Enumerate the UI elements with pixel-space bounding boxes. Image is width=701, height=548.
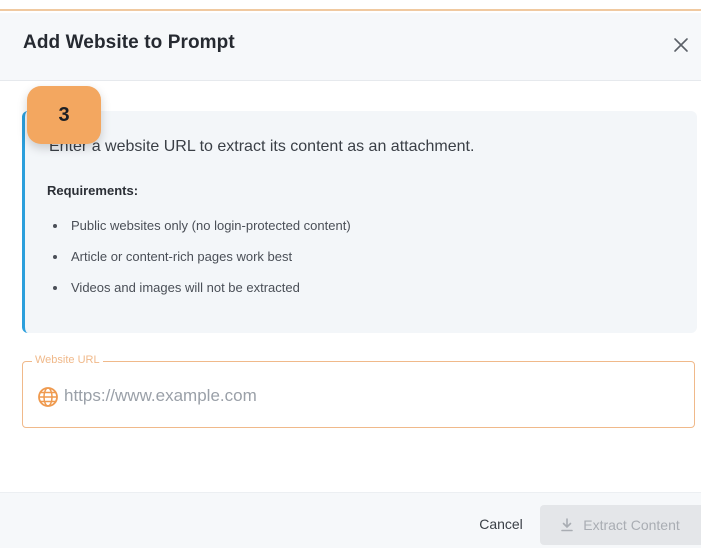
website-url-input[interactable]: [64, 381, 664, 411]
close-icon: [674, 38, 688, 52]
dialog-title: Add Website to Prompt: [23, 32, 235, 53]
close-button[interactable]: [666, 30, 696, 60]
requirement-item: Videos and images will not be extracted: [47, 278, 351, 309]
requirements-list: Public websites only (no login-protected…: [47, 216, 351, 309]
dialog-header: Add Website to Prompt: [0, 13, 701, 81]
extract-content-button[interactable]: Extract Content: [540, 505, 701, 545]
requirement-item: Public websites only (no login-protected…: [47, 216, 351, 247]
dialog-footer: Cancel Extract Content: [0, 492, 701, 548]
extract-content-label: Extract Content: [583, 517, 680, 533]
website-url-label: Website URL: [32, 354, 103, 366]
download-icon: [561, 518, 574, 532]
globe-icon: [38, 387, 58, 407]
requirements-info-box: Enter a website URL to extract its conte…: [22, 111, 697, 333]
website-url-field: Website URL: [22, 354, 695, 428]
step-number-badge: 3: [27, 86, 101, 144]
info-intro-text: Enter a website URL to extract its conte…: [49, 138, 475, 155]
requirement-item: Article or content-rich pages work best: [47, 247, 351, 278]
add-website-dialog: Add Website to Prompt Enter a website UR…: [0, 0, 701, 548]
requirements-heading: Requirements:: [47, 183, 139, 198]
cancel-button[interactable]: Cancel: [466, 509, 536, 539]
top-accent-bar: [0, 0, 701, 11]
